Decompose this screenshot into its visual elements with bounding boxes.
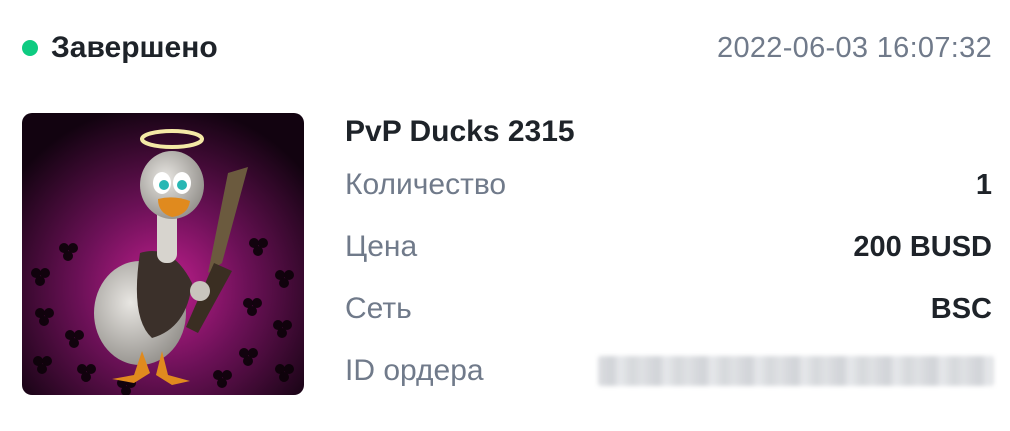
duck-nft-image (22, 113, 304, 395)
quantity-value: 1 (975, 168, 992, 201)
nft-thumbnail[interactable] (22, 113, 304, 395)
status-dot-icon (22, 40, 38, 56)
order-status: Завершено (22, 31, 218, 65)
order-id-value-redacted[interactable] (598, 356, 994, 386)
network-value: BSC (930, 292, 992, 325)
price-label: Цена (345, 230, 418, 263)
network-label: Сеть (345, 292, 412, 325)
detail-row-network: Сеть BSC (345, 278, 992, 340)
order-details: PvP Ducks 2315 Количество 1 Цена 200 BUS… (345, 110, 994, 402)
quantity-label: Количество (345, 168, 507, 201)
detail-row-quantity: Количество 1 (345, 154, 992, 216)
order-header: Завершено 2022-06-03 16:07:32 (22, 26, 992, 70)
detail-row-price: Цена 200 BUSD (345, 216, 992, 278)
order-timestamp: 2022-06-03 16:07:32 (717, 31, 992, 64)
detail-row-order-id: ID ордера (345, 340, 994, 402)
price-value: 200 BUSD (853, 230, 992, 263)
status-label: Завершено (51, 31, 218, 64)
order-id-label: ID ордера (345, 354, 484, 387)
nft-title[interactable]: PvP Ducks 2315 (345, 110, 992, 154)
